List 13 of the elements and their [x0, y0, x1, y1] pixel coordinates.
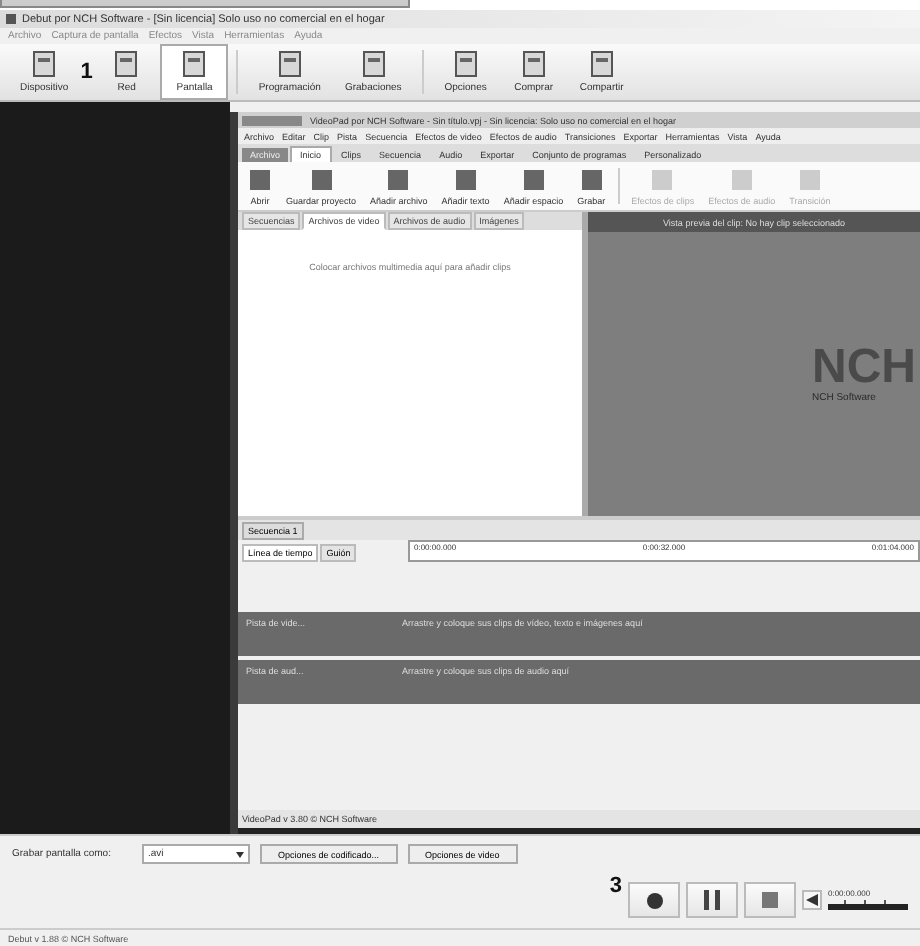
record-button[interactable]: [628, 882, 680, 918]
step-number: 1: [80, 60, 93, 84]
arrow-icon: [806, 894, 818, 906]
stop-button[interactable]: [744, 882, 796, 918]
app-icon: [6, 14, 16, 24]
level-meter-drawing: [828, 900, 908, 912]
step-number: 3: [609, 874, 622, 898]
caret-icon: [236, 851, 244, 857]
pause-button[interactable]: [686, 882, 738, 918]
pause-icon: [704, 890, 720, 910]
volume-button[interactable]: [802, 890, 822, 910]
stop-icon: [762, 892, 778, 908]
record-icon: [645, 891, 663, 909]
